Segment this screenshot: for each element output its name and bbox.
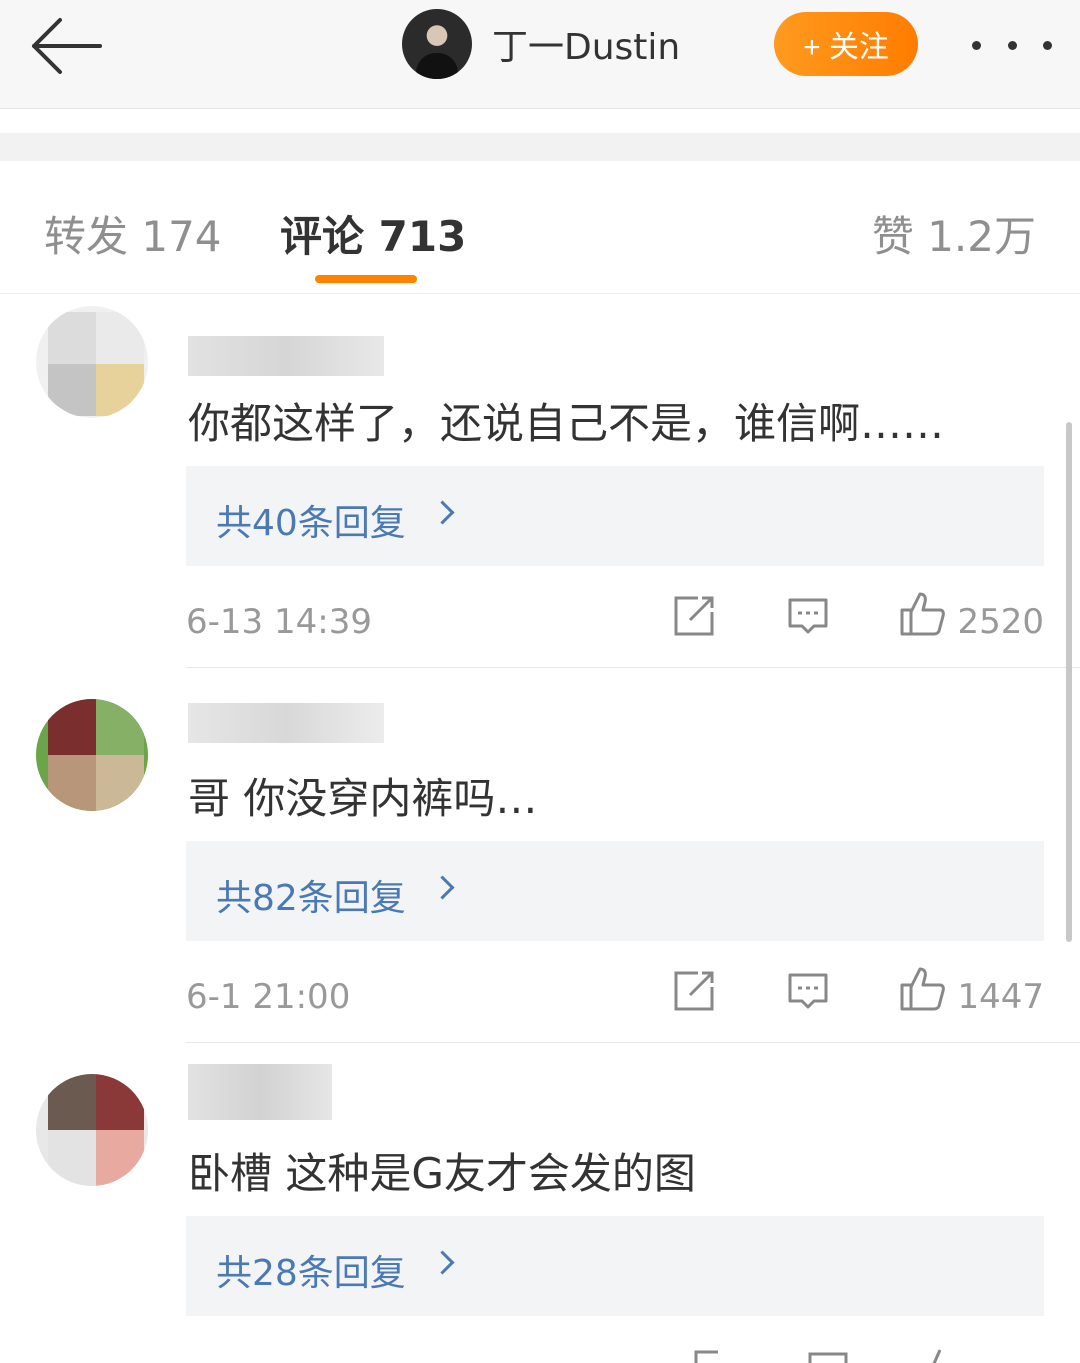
avatar[interactable] [36, 306, 148, 418]
tab-like[interactable]: 赞 1.2万 [872, 203, 1036, 264]
comment-time: 6-1 21:00 [186, 977, 351, 1017]
comment-icon[interactable] [786, 594, 830, 638]
divider [186, 667, 1080, 668]
replies-button[interactable]: 共40条回复 [186, 466, 1044, 566]
share-icon[interactable] [672, 594, 716, 638]
comment-icon[interactable] [786, 969, 830, 1013]
avatar[interactable] [36, 1074, 148, 1186]
scrollbar[interactable] [1066, 422, 1072, 942]
chevron-right-icon [430, 500, 455, 525]
like-icon[interactable] [898, 590, 946, 638]
blurred-username[interactable] [188, 703, 384, 743]
tab-active-indicator [315, 275, 417, 283]
user-name[interactable]: 丁一Dustin [492, 18, 680, 70]
blurred-avatar [48, 312, 144, 416]
replies-label: 共28条回复 [216, 1253, 406, 1294]
tab-comment[interactable]: 评论 713 [280, 203, 466, 264]
chevron-right-icon [430, 1250, 455, 1275]
tab-repost[interactable]: 转发 174 [44, 203, 222, 264]
comment-item: 卧槽 这种是G友才会发的图 共28条回复 [0, 1044, 1080, 1363]
user-avatar[interactable] [402, 9, 472, 79]
share-icon[interactable] [692, 1348, 736, 1363]
blurred-username[interactable] [188, 1064, 332, 1120]
replies-button[interactable]: 共82条回复 [186, 841, 1044, 941]
like-count: 1447 [957, 977, 1044, 1017]
blurred-avatar [48, 699, 144, 811]
replies-label: 共82条回复 [216, 878, 406, 919]
comment-time: 6-13 14:39 [186, 602, 372, 642]
more-icon[interactable] [972, 30, 1052, 60]
replies-label: 共40条回复 [216, 503, 406, 544]
like-count: 2520 [957, 602, 1044, 642]
top-bar: 丁一Dustin + 关注 [0, 0, 1080, 109]
tab-bar: 转发 174 评论 713 赞 1.2万 [0, 161, 1080, 294]
user-header[interactable]: 丁一Dustin [402, 9, 680, 79]
chevron-right-icon [430, 875, 455, 900]
comment-text: 哥 你没穿内裤吗… [188, 774, 538, 823]
divider [186, 1042, 1080, 1043]
replies-button[interactable]: 共28条回复 [186, 1216, 1044, 1316]
like-icon[interactable] [898, 965, 946, 1013]
comment-meta [186, 1346, 1044, 1363]
comment-meta: 6-1 21:00 1447 [186, 967, 1044, 1029]
blurred-avatar [48, 1074, 144, 1186]
comment-item: 你都这样了，还说自己不是，谁信啊…… 共40条回复 6-13 14:39 252… [0, 294, 1080, 668]
back-arrow-icon[interactable] [28, 14, 104, 78]
comment-meta: 6-13 14:39 2520 [186, 592, 1044, 654]
share-icon[interactable] [672, 969, 716, 1013]
comment-item: 哥 你没穿内裤吗… 共82条回复 6-1 21:00 1447 [0, 669, 1080, 1043]
comment-text: 你都这样了，还说自己不是，谁信啊…… [188, 399, 945, 448]
avatar[interactable] [36, 699, 148, 811]
comment-icon[interactable] [806, 1348, 850, 1363]
section-separator [0, 133, 1080, 161]
follow-button[interactable]: + 关注 [774, 12, 918, 76]
comment-text: 卧槽 这种是G友才会发的图 [188, 1149, 696, 1198]
spacer [0, 109, 1080, 133]
like-icon[interactable] [918, 1346, 962, 1363]
blurred-username[interactable] [188, 336, 384, 376]
